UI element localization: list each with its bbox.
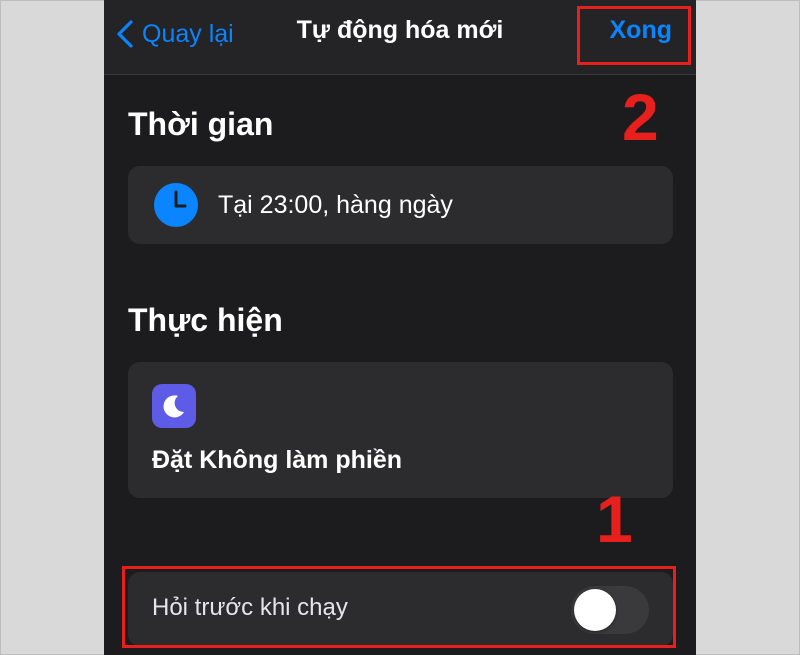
back-button[interactable]: Quay lại <box>116 14 234 54</box>
time-section-title: Thời gian <box>128 106 274 142</box>
time-trigger-card[interactable]: Tại 23:00, hàng ngày <box>128 166 673 244</box>
action-label: Đặt Không làm phiền <box>152 446 402 474</box>
annotation-box-done <box>577 6 691 65</box>
action-section-title: Thực hiện <box>128 302 283 338</box>
moon-icon-tile <box>152 384 196 428</box>
time-trigger-label: Tại 23:00, hàng ngày <box>218 190 453 219</box>
phone-screen: Quay lại Tự động hóa mới Xong Thời gian … <box>104 0 696 655</box>
moon-icon <box>163 395 184 418</box>
action-card[interactable]: Đặt Không làm phiền <box>128 362 673 498</box>
annotation-number-2: 2 <box>622 80 659 154</box>
chevron-left-icon <box>117 20 133 48</box>
clock-icon <box>154 183 198 227</box>
annotation-number-1: 1 <box>596 482 633 556</box>
annotation-box-ask-toggle <box>122 566 676 648</box>
back-button-label: Quay lại <box>142 19 234 48</box>
